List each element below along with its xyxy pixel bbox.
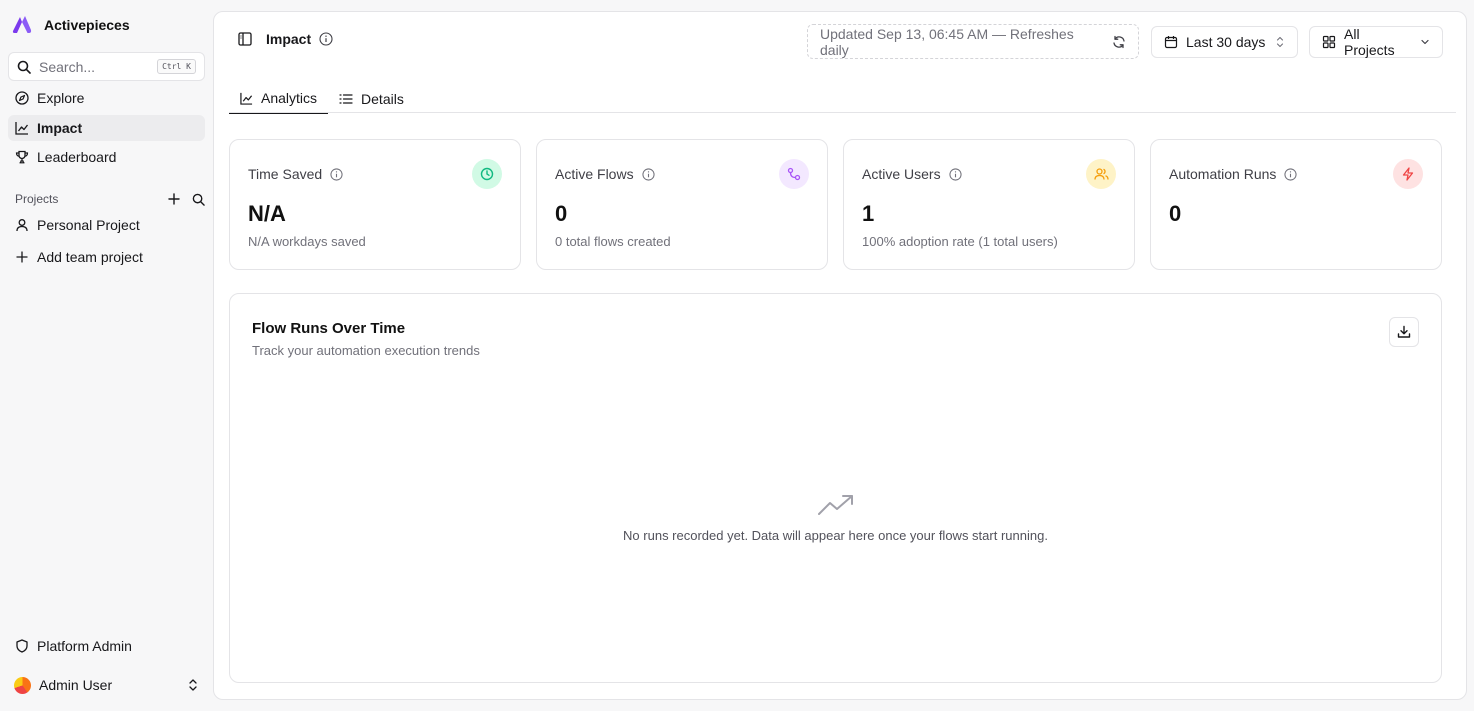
brand-name: Activepieces [44,17,130,33]
user-menu[interactable]: Admin User [8,672,205,698]
card-title: Active Flows [555,166,634,182]
chart-title: Flow Runs Over Time [252,320,406,337]
sidebar-item-impact[interactable]: Impact [8,115,205,141]
sidebar-item-add-team-project[interactable]: Add team project [8,244,205,270]
projects-label: Projects [15,192,59,206]
clock-icon [472,159,502,189]
search-icon [17,60,31,74]
chevrons-up-down-icon [187,678,199,692]
chart-line-icon [15,121,29,135]
sidebar-item-label: Impact [37,120,83,136]
trending-up-icon [817,494,854,516]
sidebar-item-label: Personal Project [37,217,140,233]
flow-runs-chart-card: Flow Runs Over Time Track your automatio… [229,293,1442,683]
info-icon[interactable] [948,167,962,181]
download-icon [1397,325,1411,339]
tab-analytics[interactable]: Analytics [229,84,329,114]
date-range-select[interactable]: Last 30 days [1151,26,1298,58]
avatar [14,676,31,694]
stat-card-time-saved: Time Saved N/A N/A workdays saved [229,139,521,270]
grid-icon [1322,35,1336,49]
tab-label: Details [361,91,404,107]
compass-icon [15,91,29,105]
page-header: Impact [238,31,333,47]
sidebar-item-label: Leaderboard [37,149,117,165]
download-button[interactable] [1389,317,1419,347]
sidebar-item-label: Add team project [37,249,143,265]
sidebar: Activepieces Search... Ctrl K Explore Im… [0,0,213,711]
card-title: Time Saved [248,166,323,182]
card-value: 0 [555,201,568,226]
project-filter-select[interactable]: All Projects [1309,26,1443,58]
shield-icon [15,639,29,653]
workflow-icon [779,159,809,189]
updated-text: Updated Sep 13, 06:45 AM — Refreshes dai… [820,25,1074,58]
sidebar-toggle-icon[interactable] [238,32,252,46]
add-project-plus-icon[interactable] [168,193,180,205]
card-title: Active Users [862,166,941,182]
list-icon [339,93,353,105]
info-icon[interactable] [641,167,655,181]
sidebar-item-personal-project[interactable]: Personal Project [8,212,205,238]
main-panel: Impact Updated Sep 13, 06:45 AM — Refres… [213,11,1467,700]
calendar-icon [1164,35,1178,49]
refresh-icon[interactable] [1112,35,1126,49]
info-icon[interactable] [1284,167,1297,181]
user-icon [15,218,29,232]
tab-label: Analytics [261,90,318,106]
empty-state: No runs recorded yet. Data will appear h… [230,494,1441,543]
brand[interactable]: Activepieces [12,16,130,34]
tabs: Analytics Details [229,84,415,114]
stat-card-active-flows: Active Flows 0 0 total flows created [536,139,828,270]
users-icon [1086,159,1116,189]
chart-line-icon [240,92,253,105]
search-shortcut: Ctrl K [157,59,196,74]
card-subtitle: 100% adoption rate (1 total users) [862,234,1058,249]
date-range-label: Last 30 days [1186,34,1266,50]
stat-card-automation-runs: Automation Runs 0 [1150,139,1442,270]
updated-status: Updated Sep 13, 06:45 AM — Refreshes dai… [807,24,1139,59]
sidebar-item-label: Explore [37,90,85,106]
sidebar-item-leaderboard[interactable]: Leaderboard [8,144,205,170]
page-title: Impact [266,31,312,47]
card-value: 1 [862,201,875,226]
tab-divider [229,112,1456,113]
activepieces-logo-icon [12,16,32,34]
info-icon[interactable] [319,32,333,46]
search-input[interactable]: Search... Ctrl K [8,52,205,81]
empty-message: No runs recorded yet. Data will appear h… [623,528,1048,543]
zap-icon [1393,159,1423,189]
card-value: N/A [248,201,286,226]
trophy-icon [15,150,29,164]
search-placeholder: Search... [39,58,96,75]
plus-icon [15,250,29,264]
card-value: 0 [1169,201,1182,226]
sidebar-item-platform-admin[interactable]: Platform Admin [8,633,205,659]
project-filter-label: All Projects [1344,26,1395,58]
chevron-down-icon [1420,37,1430,47]
chevrons-up-down-icon [1275,36,1285,48]
card-subtitle: N/A workdays saved [248,234,366,249]
card-subtitle: 0 total flows created [555,234,671,249]
card-title: Automation Runs [1169,166,1277,182]
stat-card-active-users: Active Users 1 100% adoption rate (1 tot… [843,139,1135,270]
tab-details[interactable]: Details [328,84,415,114]
sidebar-item-label: Platform Admin [37,638,132,654]
sidebar-item-explore[interactable]: Explore [8,85,205,111]
project-search-icon[interactable] [192,193,205,206]
chart-subtitle: Track your automation execution trends [252,343,480,358]
user-name: Admin User [39,677,113,693]
info-icon[interactable] [330,167,343,181]
projects-header: Projects [15,190,205,208]
